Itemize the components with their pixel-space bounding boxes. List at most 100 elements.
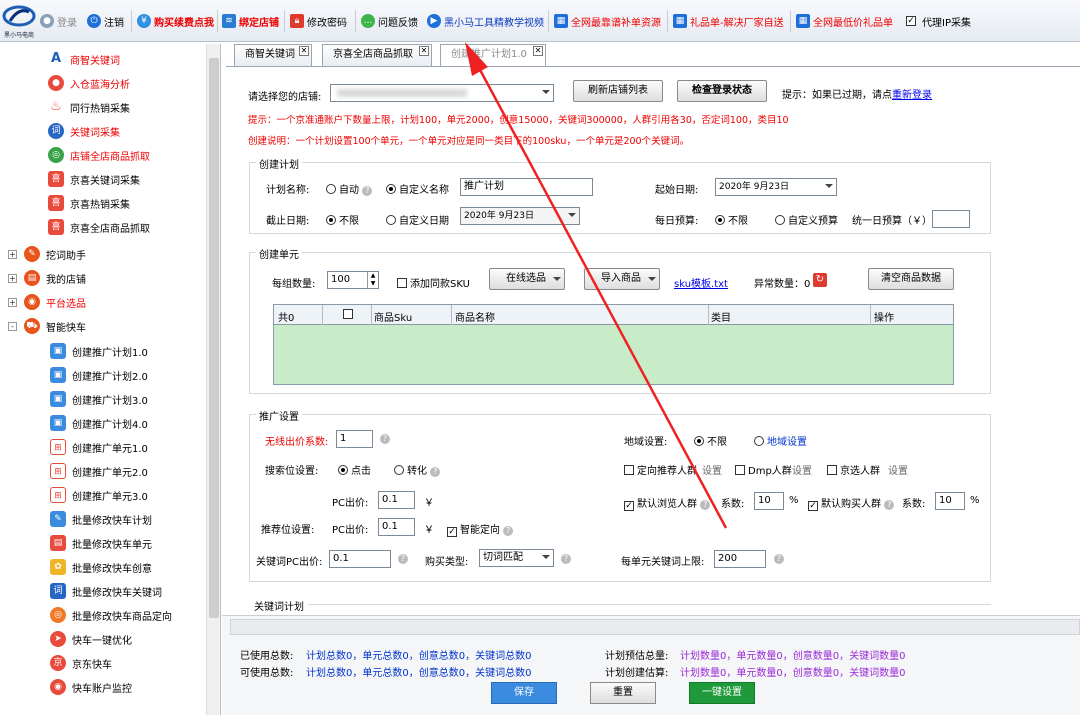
- sidebar-item-plan-1[interactable]: ▣ 创建推广计划1.0: [50, 340, 148, 362]
- buy-renew-button[interactable]: ¥ 购买续费点我: [137, 12, 214, 30]
- close-icon[interactable]: ✕: [299, 46, 309, 56]
- proxy-ip-toggle[interactable]: ✓ 代理IP采集: [906, 12, 971, 30]
- buy-coef-input[interactable]: 10: [935, 492, 965, 510]
- checkbox[interactable]: ✓: [624, 501, 634, 511]
- checkbox[interactable]: [397, 278, 407, 288]
- region-unlimited-radio[interactable]: 不限: [694, 433, 727, 448]
- proxy-ip-checkbox[interactable]: ✓: [906, 16, 916, 26]
- sidebar-item-batch-unit[interactable]: ▤ 批量修改快车单元: [50, 532, 152, 554]
- clear-goods-button[interactable]: 清空商品数据: [868, 268, 954, 290]
- expand-toggle[interactable]: +: [8, 250, 17, 259]
- plan-name-input[interactable]: 推广计划: [460, 178, 593, 196]
- sidebar-item-one-click[interactable]: ➤ 快车一键优化: [50, 628, 132, 650]
- sku-template-link[interactable]: sku模板.txt: [674, 275, 728, 290]
- buy-crowd-checkbox[interactable]: ✓ 默认购买人群 ?: [808, 495, 895, 511]
- region-set-radio[interactable]: 地域设置: [754, 433, 807, 448]
- sidebar-scrollbar[interactable]: [206, 44, 220, 715]
- auto-name-radio[interactable]: 自动 ?: [326, 181, 373, 196]
- sidebar-item-jx-store[interactable]: 喜京喜全店商品抓取: [48, 216, 150, 238]
- targeted-crowd-checkbox[interactable]: 定向推荐人群: [624, 462, 697, 477]
- sidebar-item-jx-keywords[interactable]: 喜京喜关键词采集: [48, 168, 140, 190]
- gift-order-button[interactable]: ▦ 礼品单-解决厂家自送: [673, 12, 784, 30]
- bind-store-button[interactable]: ≋ 绑定店铺: [222, 12, 279, 30]
- custom-name-radio[interactable]: 自定义名称: [386, 181, 449, 196]
- sidebar-item-keyword-collect[interactable]: 词关键词采集: [48, 120, 120, 142]
- change-password-button[interactable]: 🔒︎ 修改密码: [290, 12, 347, 30]
- buy-type-select[interactable]: 切词匹配: [479, 549, 554, 567]
- start-date-picker[interactable]: 2020年 9月23日: [715, 178, 837, 196]
- sidebar-item-plan-2[interactable]: ▣ 创建推广计划2.0: [50, 364, 148, 386]
- horizontal-scrollbar[interactable]: [230, 619, 1080, 635]
- radio-button[interactable]: [386, 184, 396, 194]
- collapse-toggle[interactable]: -: [8, 322, 17, 331]
- expand-toggle[interactable]: +: [8, 298, 17, 307]
- tutorial-video-button[interactable]: ▶ 黑小马工具精教学视频: [427, 12, 544, 30]
- jx-crowd-checkbox[interactable]: 京选人群: [827, 462, 880, 477]
- radio-button[interactable]: [326, 215, 336, 225]
- targeted-set-link[interactable]: 设置: [702, 462, 722, 477]
- click-radio[interactable]: 点击: [338, 462, 371, 477]
- dmp-set-link[interactable]: 设置: [792, 462, 812, 477]
- sidebar-item-unit-2[interactable]: ⊞ 创建推广单元2.0: [50, 460, 148, 482]
- radio-button[interactable]: [386, 215, 396, 225]
- login-button[interactable]: ● 登录: [40, 12, 77, 30]
- sidebar-item-unit-3[interactable]: ⊞ 创建推广单元3.0: [50, 484, 148, 506]
- save-button[interactable]: 保存: [491, 682, 557, 704]
- import-goods-button[interactable]: 导入商品: [584, 268, 660, 290]
- check-login-button[interactable]: 检查登录状态: [677, 80, 767, 102]
- reset-button[interactable]: 重置: [590, 682, 656, 704]
- radio-button[interactable]: [694, 436, 704, 446]
- sidebar-item-monitor[interactable]: ◉ 快车账户监控: [50, 676, 132, 698]
- keyword-pc-bid-input[interactable]: 0.1: [329, 550, 391, 568]
- sidebar-item-blue-ocean[interactable]: ● 入仓蓝海分析: [48, 72, 130, 94]
- sidebar-item-plan-4[interactable]: ▣ 创建推广计划4.0: [50, 412, 148, 434]
- sidebar-item-platform-select[interactable]: ◉ 平台选品: [24, 291, 86, 313]
- refresh-store-button[interactable]: 刷新店铺列表: [573, 80, 663, 102]
- sidebar-item-unit-1[interactable]: ⊞ 创建推广单元1.0: [50, 436, 148, 458]
- sidebar-item-smart-express[interactable]: ⛟ 智能快车: [24, 315, 86, 337]
- radio-button[interactable]: [394, 465, 404, 475]
- wireless-bid-input[interactable]: 1: [336, 430, 373, 448]
- sidebar-item-batch-keyword[interactable]: 词批量修改快车关键词: [50, 580, 162, 602]
- budget-unlimited-radio[interactable]: 不限: [715, 212, 748, 227]
- relogin-link[interactable]: 重新登录: [892, 90, 932, 101]
- radio-button[interactable]: [338, 465, 348, 475]
- browse-coef-input[interactable]: 10: [754, 492, 784, 510]
- sidebar-item-jd-express[interactable]: 京京东快车: [50, 652, 112, 674]
- tab-jx-store[interactable]: 京喜全店商品抓取 ✕: [322, 44, 432, 66]
- logout-button[interactable]: ⏻ 注销: [87, 12, 124, 30]
- sidebar-item-batch-plan[interactable]: ✎ 批量修改快车计划: [50, 508, 152, 530]
- close-icon[interactable]: ✕: [419, 46, 429, 56]
- sidebar-item-jx-hot[interactable]: 喜京喜热销采集: [48, 192, 130, 214]
- order-resources-button[interactable]: ▦ 全网最靠谱补单资源: [554, 12, 661, 30]
- scrollbar-thumb[interactable]: [209, 58, 219, 618]
- checkbox[interactable]: [624, 465, 634, 475]
- recommend-pc-bid-input[interactable]: 0.1: [378, 518, 415, 536]
- search-pc-bid-input[interactable]: 0.1: [378, 491, 415, 509]
- sidebar-item-peer-hot[interactable]: ♨ 同行热销采集: [48, 96, 130, 118]
- add-same-sku-checkbox[interactable]: 添加同款SKU: [397, 275, 470, 290]
- stepper-arrows-icon[interactable]: ▲ ▼: [367, 272, 378, 288]
- end-date-picker[interactable]: 2020年 9月23日: [460, 207, 580, 225]
- select-all-checkbox[interactable]: [343, 309, 353, 319]
- expand-toggle[interactable]: +: [8, 274, 17, 283]
- jx-set-link[interactable]: 设置: [888, 462, 908, 477]
- sidebar-item-batch-creative[interactable]: ✿ 批量修改快车创意: [50, 556, 152, 578]
- feedback-button[interactable]: … 问题反馈: [361, 12, 418, 30]
- sidebar-item-my-store[interactable]: ▤ 我的店铺: [24, 267, 86, 289]
- end-custom-radio[interactable]: 自定义日期: [386, 212, 449, 227]
- group-count-stepper[interactable]: 100 ▲ ▼: [327, 271, 379, 289]
- one-click-setup-button[interactable]: 一键设置: [689, 682, 755, 704]
- radio-button[interactable]: [715, 215, 725, 225]
- radio-button[interactable]: [754, 436, 764, 446]
- checkbox[interactable]: [735, 465, 745, 475]
- sidebar-item-batch-target[interactable]: ◎ 批量修改快车商品定向: [50, 604, 172, 626]
- checkbox[interactable]: ✓: [808, 501, 818, 511]
- store-select[interactable]: [330, 84, 554, 102]
- budget-custom-radio[interactable]: 自定义预算: [775, 212, 838, 227]
- checkbox[interactable]: [827, 465, 837, 475]
- radio-button[interactable]: [775, 215, 785, 225]
- dmp-crowd-checkbox[interactable]: Dmp人群: [735, 462, 792, 477]
- cheap-gift-button[interactable]: ▦ 全网最低价礼品单: [796, 12, 893, 30]
- sidebar-item-store-fetch[interactable]: ◎ 店铺全店商品抓取: [48, 144, 150, 166]
